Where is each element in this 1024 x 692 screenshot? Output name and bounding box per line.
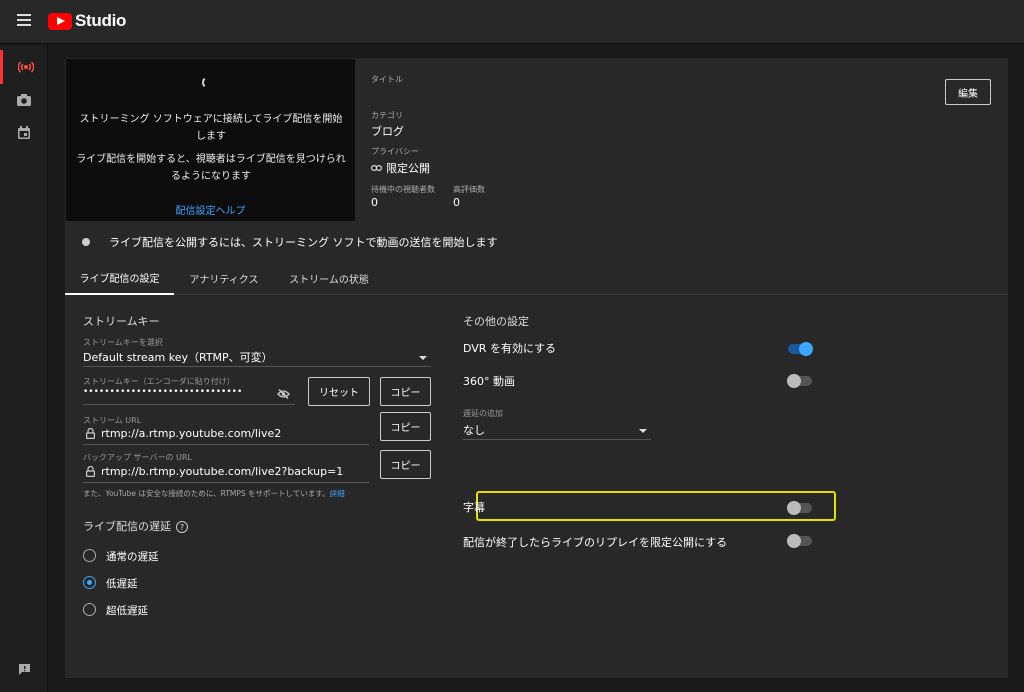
radio-ultra-low-latency[interactable] [83,603,96,616]
sidebar-item-stream[interactable] [0,50,48,84]
stream-key-field[interactable]: •••••••••••••••••••••••••••••• [83,387,242,397]
tab-analytics[interactable]: アナリティクス [174,262,274,295]
youtube-play-icon [48,12,72,30]
add-delay-select[interactable]: なし [463,422,485,438]
low-latency-label: 低遅延 [106,578,138,590]
stream-preview: ストリーミング ソフトウェアに接続してライブ配信を開始します ライブ配信を開始す… [66,59,355,221]
backup-url-field[interactable]: rtmp://b.rtmp.youtube.com/live2?backup=1 [101,465,343,478]
likes-value: 0 [453,196,460,209]
captions-toggle[interactable] [787,501,812,515]
stream-url-label: ストリーム URL [83,416,142,425]
preview-message-connect: ストリーミング ソフトウェアに接続してライブ配信を開始します [79,114,343,142]
privacy-value: 限定公開 [371,160,430,176]
stream-key-select[interactable]: Default stream key（RTMP、可変） [83,349,273,365]
calendar-icon [18,125,30,139]
waiting-viewers-label: 待機中の視聴者数 [371,185,435,194]
video-360-toggle[interactable] [787,374,812,388]
replay-unlisted-label: 配信が終了したらライブのリプレイを限定公開にする [463,536,728,549]
video-360-label: 360° 動画 [463,375,515,388]
loading-spinner-icon [202,76,215,89]
stream-key-label: ストリームキー（エンコーダに貼り付け） [83,377,235,386]
rtmps-note: また、YouTube は安全な接続のために、RTMPS をサポートしています。詳… [83,489,345,498]
link-icon [371,165,382,171]
edit-button[interactable]: 編集 [945,79,991,105]
preview-message-visibility: ライブ配信を開始すると、視聴者はライブ配信を見つけられるようになります [76,154,346,182]
title-label: タイトル [371,75,403,84]
chevron-down-icon[interactable] [639,429,647,433]
copy-key-button[interactable]: コピー [380,377,431,406]
stream-url-field[interactable]: rtmp://a.rtmp.youtube.com/live2 [101,427,281,440]
visibility-off-icon[interactable] [277,389,290,399]
copy-backup-button[interactable]: コピー [380,450,431,479]
stream-status: ライブ配信を公開するには、ストリーミング ソフトで動画の送信を開始します [82,234,498,250]
broadcast-icon [17,61,34,73]
dvr-toggle[interactable] [788,342,813,356]
status-dot-icon [82,238,90,246]
other-settings-title: その他の設定 [463,315,529,328]
add-delay-label: 遅延の追加 [463,409,503,418]
likes-label: 高評価数 [453,185,485,194]
status-message: ライブ配信を公開するには、ストリーミング ソフトで動画の送信を開始します [109,236,498,249]
studio-logo[interactable]: Studio [48,11,126,31]
radio-low-latency[interactable] [83,576,96,589]
captions-label: 字幕 [463,501,485,514]
category-label: カテゴリ [371,111,403,120]
radio-normal-latency[interactable] [83,549,96,562]
tab-stream-settings[interactable]: ライブ配信の設定 [65,262,174,295]
settings-tabs: ライブ配信の設定 アナリティクス ストリームの状態 [65,262,1008,295]
help-icon[interactable]: ? [176,521,188,533]
top-bar: Studio [0,0,1024,44]
dvr-label: DVR を有効にする [463,342,557,355]
normal-latency-label: 通常の遅延 [106,551,159,563]
copy-url-button[interactable]: コピー [380,412,431,441]
chevron-down-icon[interactable] [419,356,427,360]
lock-icon [86,466,95,477]
replay-unlisted-toggle[interactable] [787,534,812,548]
latency-title: ライブ配信の遅延? [83,518,188,534]
stream-overview-card: ストリーミング ソフトウェアに接続してライブ配信を開始します ライブ配信を開始す… [65,58,1008,264]
privacy-label: プライバシー [371,147,419,156]
sidebar-item-webcam[interactable] [0,83,48,117]
stream-key-select-label: ストリームキーを選択 [83,338,163,347]
ultra-low-latency-label: 超低遅延 [106,605,148,617]
camera-icon [17,94,31,106]
main-content: ストリーミング ソフトウェアに接続してライブ配信を開始します ライブ配信を開始す… [48,45,1024,692]
category-value: ブログ [371,125,404,138]
hamburger-menu-icon[interactable] [17,14,31,26]
rtmps-details-link[interactable]: 詳細 [330,489,345,498]
captions-highlight [476,491,836,521]
reset-button[interactable]: リセット [308,377,370,406]
stream-settings-help-link[interactable]: 配信設定ヘルプ [66,202,355,217]
tab-stream-health[interactable]: ストリームの状態 [274,262,384,295]
sidebar-item-manage[interactable] [0,115,48,149]
sidebar-item-feedback[interactable] [0,652,48,686]
backup-url-label: バックアップ サーバーの URL [83,453,192,462]
feedback-icon [18,663,30,675]
sidebar [0,45,48,692]
privacy-value-text: 限定公開 [386,162,430,175]
waiting-viewers-value: 0 [371,196,378,209]
logo-text: Studio [75,11,127,30]
stream-key-title: ストリームキー [83,315,160,328]
lock-icon [86,428,95,439]
stream-settings-card: ライブ配信の設定 アナリティクス ストリームの状態 ストリームキー ストリームキ… [65,262,1008,678]
